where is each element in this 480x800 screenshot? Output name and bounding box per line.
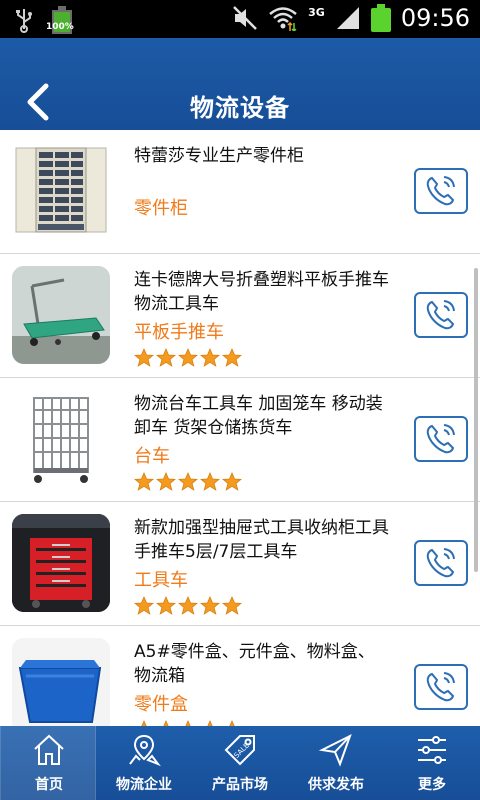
star-icon (156, 472, 176, 491)
status-bar: 100% 3G 09:56 (0, 0, 480, 38)
list-item[interactable]: A5#零件盒、元件盒、物料盒、物流箱 零件盒 (0, 626, 480, 726)
product-title: 特蕾莎专业生产零件柜 (134, 146, 304, 166)
tag-icon: SALE (224, 735, 255, 766)
phone-icon (426, 176, 455, 206)
star-icon (200, 472, 220, 491)
product-thumbnail (12, 514, 110, 612)
map-pin-icon (129, 734, 161, 767)
star-icon (134, 348, 154, 367)
battery-icon (370, 4, 391, 32)
product-thumbnail (12, 390, 110, 488)
star-icon (178, 472, 198, 491)
rating-stars (134, 472, 242, 492)
phone-icon (426, 300, 455, 330)
rating-stars (134, 596, 242, 616)
nav-label: 供求发布 (308, 777, 364, 793)
star-icon (134, 596, 154, 615)
product-thumbnail (12, 142, 110, 240)
home-icon (34, 734, 64, 765)
nav-home[interactable]: 首页 (0, 726, 96, 800)
nav-label: 首页 (35, 777, 63, 793)
call-button[interactable] (414, 416, 468, 462)
product-title: 物流台车工具车 加固笼车 移动装卸车 货架仓储拣货车 (134, 394, 383, 438)
product-category: 工具车 (134, 570, 188, 591)
star-icon (222, 596, 242, 615)
star-icon (156, 348, 176, 367)
list-item[interactable]: 特蕾莎专业生产零件柜 零件柜 (0, 130, 480, 254)
scrollbar[interactable] (474, 268, 478, 572)
star-icon (178, 348, 198, 367)
star-icon (222, 472, 242, 491)
app-header: 物流设备 (0, 38, 480, 130)
call-button[interactable] (414, 540, 468, 586)
star-icon (200, 348, 220, 367)
bottom-nav: 首页 物流企业 SALE 产品市场 供求发布 更多 (0, 726, 480, 800)
nav-supply-demand[interactable]: 供求发布 (288, 726, 384, 800)
star-icon (200, 596, 220, 615)
nav-label: 产品市场 (212, 777, 268, 793)
mute-icon (233, 6, 258, 30)
product-title: 连卡德牌大号折叠塑料平板手推车 物流工具车 (134, 270, 389, 314)
phone-icon (426, 672, 455, 702)
list-item[interactable]: 物流台车工具车 加固笼车 移动装卸车 货架仓储拣货车 台车 (0, 378, 480, 502)
clock: 09:56 (400, 4, 470, 32)
call-button[interactable] (414, 664, 468, 710)
page-title: 物流设备 (190, 94, 290, 122)
star-icon (156, 596, 176, 615)
product-category: 零件柜 (134, 198, 188, 219)
phone-icon (426, 548, 455, 578)
product-title: A5#零件盒、元件盒、物料盒、物流箱 (134, 642, 375, 686)
product-category: 零件盒 (134, 694, 188, 715)
product-thumbnail (12, 266, 110, 364)
network-type: 3G (308, 5, 325, 19)
usb-icon (16, 9, 32, 33)
list-item[interactable]: 连卡德牌大号折叠塑料平板手推车 物流工具车 平板手推车 (0, 254, 480, 378)
wifi-icon (269, 7, 297, 31)
nav-product-market[interactable]: SALE 产品市场 (192, 726, 288, 800)
product-thumbnail (12, 638, 110, 726)
star-icon (134, 472, 154, 491)
signal-icon (336, 7, 359, 29)
rating-stars (134, 348, 242, 368)
product-category: 平板手推车 (134, 322, 224, 343)
list-item[interactable]: 新款加强型抽屉式工具收纳柜工具手推车5层/7层工具车 工具车 (0, 502, 480, 626)
sliders-icon (418, 736, 446, 764)
star-icon (178, 596, 198, 615)
star-icon (222, 348, 242, 367)
battery-small-icon: 100% (46, 6, 74, 34)
nav-logistics-companies[interactable]: 物流企业 (96, 726, 192, 800)
battery-percent: 100% (46, 22, 74, 32)
nav-more[interactable]: 更多 (384, 726, 480, 800)
product-category: 台车 (134, 446, 170, 467)
phone-icon (426, 424, 455, 454)
nav-label: 物流企业 (116, 777, 172, 793)
call-button[interactable] (414, 292, 468, 338)
product-list[interactable]: 特蕾莎专业生产零件柜 零件柜 连卡德牌大号折叠塑料平板手推车 物流工具车 平板手… (0, 130, 480, 726)
nav-label: 更多 (418, 777, 446, 793)
call-button[interactable] (414, 168, 468, 214)
send-icon (318, 733, 352, 767)
product-title: 新款加强型抽屉式工具收纳柜工具手推车5层/7层工具车 (134, 518, 389, 562)
